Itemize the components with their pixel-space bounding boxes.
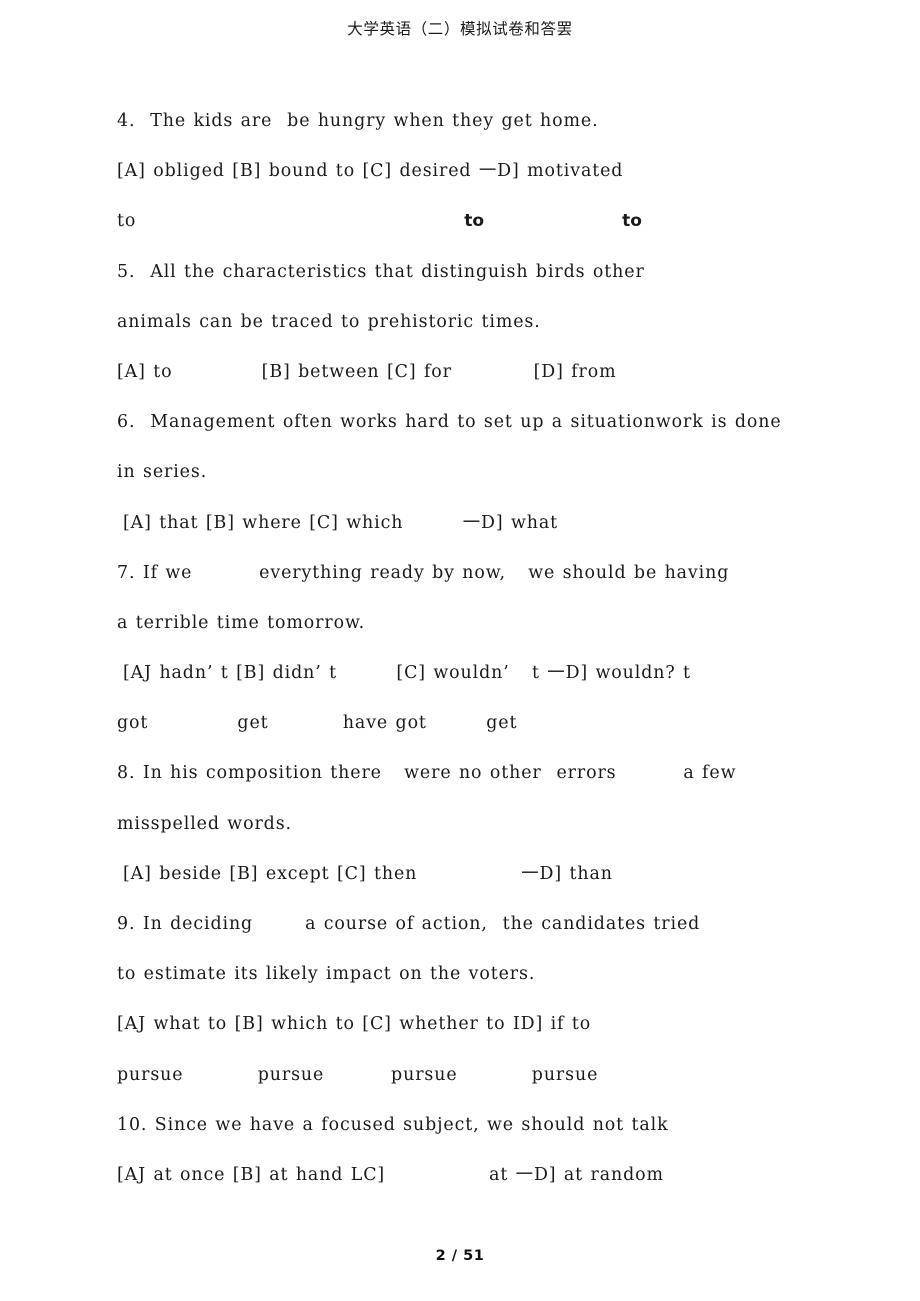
question-8-options: [A] beside [B] except [C] then 一D] than [123,863,613,884]
question-4-continuation-to-2: to [464,211,485,232]
question-4-stem: 4. The kids are be hungry when they get … [117,111,599,131]
question-10-options: [AJ at once [B] at hand LC] at 一D] at ra… [117,1164,664,1185]
question-5-stem-line-2: animals can be traced to prehistoric tim… [117,311,541,332]
question-5-options: [A] to [B] between [C] for [D] from [117,361,617,382]
question-9-options: [AJ what to [B] which to [C] whether to … [117,1014,592,1035]
question-4-options: [A] obliged [B] bound to [C] desired 一D]… [117,161,624,182]
question-7-stem-line-2: a terrible time tomorrow. [117,612,366,633]
question-8-stem-line-1: 8. In his composition there were no othe… [117,763,737,784]
question-9-continuation-row: pursue pursue pursue pursue [117,1064,599,1085]
question-7-options: [AJ hadn’ t [B] didn’ t [C] wouldn’ t 一D… [123,663,691,684]
question-7-stem-line-1: 7. If we everything ready by now, we sho… [117,562,730,583]
question-7-continuation-row: got get have got get [117,713,518,734]
question-9-stem-line-2: to estimate its likely impact on the vot… [117,964,536,985]
document-header-title: 大学英语（二）模拟试卷和答罢 [347,20,573,38]
question-6-stem-line-1: 6. Management often works hard to set up… [117,412,782,433]
question-6-options: [A] that [B] where [C] which 一D] what [123,512,559,533]
document-body: 4. The kids are be hungry when they get … [117,96,807,1200]
question-10-stem: 10. Since we have a focused subject, we … [117,1114,669,1135]
question-4-continuation-row: to to to [117,196,807,246]
question-4-continuation-to-1: to [117,211,137,232]
question-8-stem-line-2: misspelled words. [117,813,292,834]
question-9-stem-line-1: 9. In deciding a course of action, the c… [117,914,701,934]
question-6-stem-line-2: in series. [117,462,208,483]
question-5-stem-line-1: 5. All the characteristics that distingu… [117,261,645,282]
page-number-footer: 2 / 51 [435,1248,485,1264]
document-page: 大学英语（二）模拟试卷和答罢 4. The kids are be hungry… [0,0,920,1301]
question-4-continuation-to-3: to [622,211,642,232]
